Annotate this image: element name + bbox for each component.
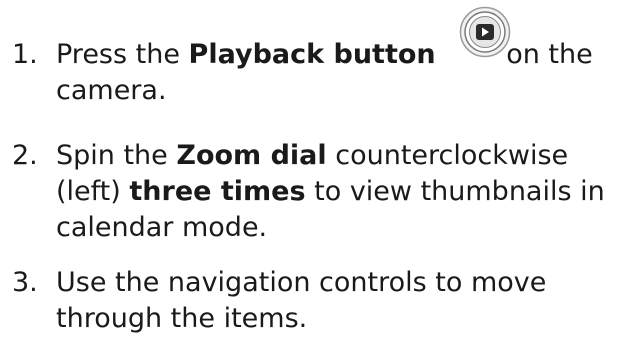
icon-placeholder — [436, 62, 498, 63]
step-number: 3. — [12, 267, 38, 298]
step-line: Use the navigation controls to move — [56, 267, 547, 298]
playback-button-label: Playback button — [188, 39, 436, 70]
step-text: Use the navigation controls to move thro… — [56, 265, 640, 337]
step-line: Press the Playback button on the — [56, 37, 640, 73]
step-text-segment: (left) — [56, 176, 130, 207]
step-text-segment: Spin the — [56, 140, 177, 171]
step-text: Press the Playback button on the camera. — [56, 37, 640, 109]
step-text: Spin the Zoom dial counterclockwise (lef… — [56, 138, 640, 246]
step-number: 1. — [12, 39, 38, 70]
zoom-dial-label: Zoom dial — [176, 140, 327, 171]
step-line: camera. — [56, 75, 167, 106]
step-text-segment: Press the — [56, 39, 189, 70]
step-line: (left) three times to view thumbnails in — [56, 174, 640, 210]
step-number: 2. — [12, 140, 38, 171]
step-line: calendar mode. — [56, 212, 268, 243]
step-line: through the items. — [56, 303, 308, 334]
step-line: Spin the Zoom dial counterclockwise — [56, 138, 640, 174]
three-times-label: three times — [129, 176, 306, 207]
step-text-segment: on the — [497, 39, 593, 70]
step-text-segment: counterclockwise — [326, 140, 569, 171]
step-text-segment: to view thumbnails in — [305, 176, 605, 207]
